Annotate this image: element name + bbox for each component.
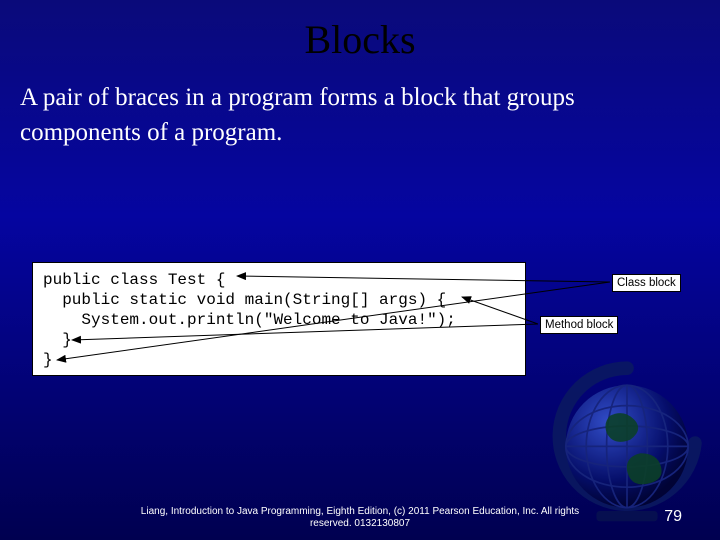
slide-body-text: A pair of braces in a program forms a bl… [0, 73, 720, 150]
label-class-block: Class block [612, 274, 681, 292]
code-block: public class Test { public static void m… [32, 262, 526, 376]
code-line: } [43, 351, 53, 369]
footer-text: Liang, Introduction to Java Programming,… [0, 506, 720, 530]
code-line: public static void main(String[] args) { [43, 291, 446, 309]
code-line: System.out.println("Welcome to Java!"); [43, 311, 456, 329]
label-method-block: Method block [540, 316, 618, 334]
slide-title: Blocks [0, 0, 720, 73]
code-line: public class Test { [43, 271, 225, 289]
code-line: } [43, 331, 72, 349]
page-number: 79 [664, 508, 682, 526]
globe-icon [542, 358, 712, 528]
